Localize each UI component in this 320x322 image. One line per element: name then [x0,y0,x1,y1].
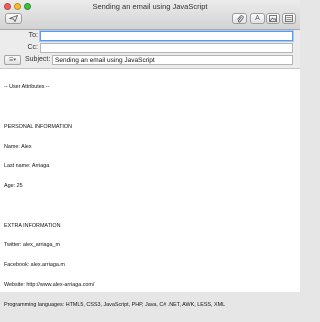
body-line: -- User Attributes -- [4,84,50,91]
format-icon: A [255,15,260,22]
body-line: PERSONAL INFORMATION [4,123,72,130]
to-row: To: [0,31,300,43]
body-line [4,203,225,210]
body-line: Last name: Arriaga [4,163,50,170]
subject-label: Subject: [25,56,51,63]
body-line: EXTRA INFORMATION [4,222,61,229]
to-label: To: [28,32,38,39]
cc-row: Cc: [0,43,300,55]
header-options-button[interactable]: ☰▾ [4,55,21,65]
attach-button[interactable] [232,13,247,24]
to-field[interactable] [40,31,293,41]
send-button[interactable] [5,13,22,24]
cc-label: Cc: [27,44,39,51]
subject-field[interactable] [52,55,293,65]
photo-browser-button[interactable] [266,13,280,24]
stationery-button[interactable] [282,13,296,24]
window-title: Sending an email using JavaScript [92,2,208,11]
list-icon: ☰▾ [9,57,16,63]
title-bar: Sending an email using JavaScript A [0,0,300,30]
body-line [4,104,225,111]
cc-field[interactable] [40,43,293,53]
message-body[interactable]: -- User Attributes -- PERSONAL INFORMATI… [0,69,300,308]
body-line: Facebook: alex.arriaga.m [4,262,65,269]
photo-browser-icon [269,15,277,22]
stationery-icon [285,15,293,22]
message-body-text[interactable]: -- User Attributes -- PERSONAL INFORMATI… [4,71,225,322]
body-line: Programming languages: HTML5, CSS3, Java… [4,301,226,308]
format-button[interactable]: A [250,13,265,24]
body-line: Name: Alex [4,143,32,150]
body-line: Website: http://www.alex-arriaga.com/ [4,282,95,288]
paperclip-icon [236,14,244,23]
body-line: Twitter: alex_arriaga_m [4,242,61,249]
send-icon [9,15,18,22]
message-header: To: Cc: ☰▾ Subject: [0,30,300,69]
compose-window: Sending an email using JavaScript A To: … [0,0,300,308]
subject-row: ☰▾ Subject: [0,55,300,67]
body-line: Age: 25 [4,183,23,190]
